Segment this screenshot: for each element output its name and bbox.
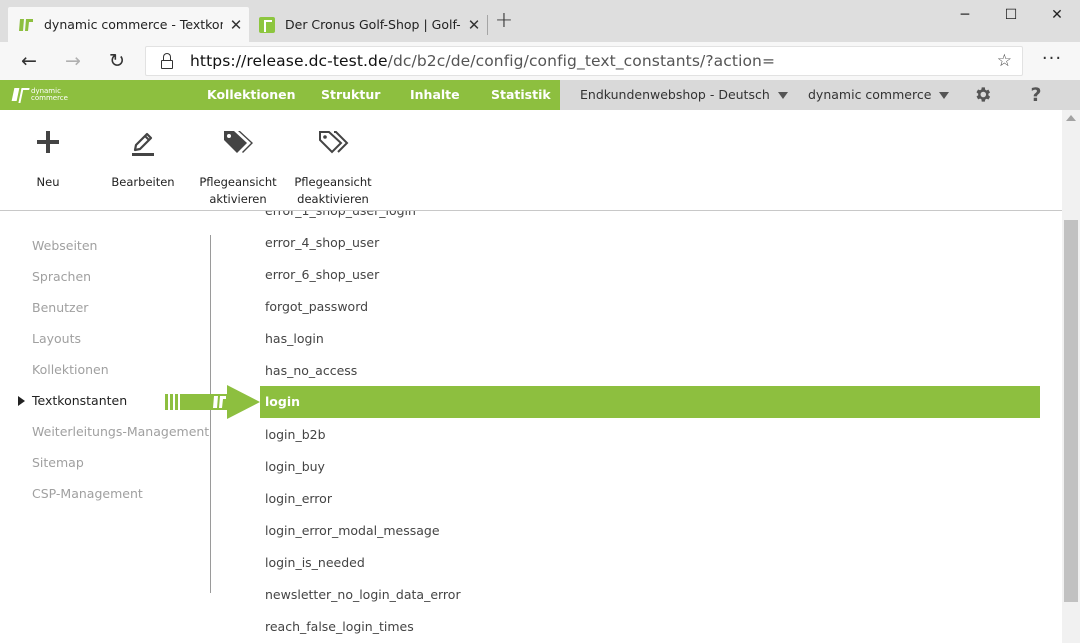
- page-scrollbar[interactable]: [1062, 110, 1080, 643]
- activate-maintenance-view-button[interactable]: Pflegeansicht aktivieren: [193, 110, 283, 208]
- address-bar: ← → ↻ https://release.dc-test.de/dc/b2c/…: [0, 42, 1080, 80]
- reload-button[interactable]: ↻: [102, 48, 132, 74]
- sidebar-item-textkonstanten[interactable]: Textkonstanten: [32, 391, 127, 411]
- active-item-pointer-icon: [18, 396, 25, 406]
- sidebar-item-sprachen[interactable]: Sprachen: [32, 267, 91, 287]
- dynamic-commerce-favicon-icon: [18, 17, 34, 33]
- tags-outline-icon: [319, 131, 349, 154]
- sidebar-item-layouts[interactable]: Layouts: [32, 329, 81, 349]
- pencil-icon: [132, 132, 154, 156]
- sidebar-item-kollektionen[interactable]: Kollektionen: [32, 360, 109, 380]
- list-item[interactable]: has_login: [260, 323, 1040, 355]
- maximize-button[interactable]: ☐: [988, 0, 1034, 30]
- shop-selector[interactable]: Endkundenwebshop - Deutsch: [580, 80, 788, 110]
- list-item[interactable]: login_error: [260, 483, 1040, 515]
- dynamic-commerce-logo[interactable]: dynamic commerce: [12, 86, 68, 104]
- sidebar-item-weiterleitungs-management[interactable]: Weiterleitungs-Management: [32, 422, 209, 442]
- close-tab-icon[interactable]: ✕: [223, 16, 249, 34]
- list-item[interactable]: newsletter_no_login_data_error: [260, 579, 1040, 611]
- close-window-button[interactable]: ✕: [1034, 0, 1080, 30]
- edit-button[interactable]: Bearbeiten: [98, 110, 188, 191]
- browser-tab-bar: dynamic commerce - Textkonstanten ✕ Der …: [0, 0, 1080, 42]
- sidebar-item-webseiten[interactable]: Webseiten: [32, 236, 97, 256]
- list-item[interactable]: reach_false_login_times: [260, 611, 1040, 643]
- list-item[interactable]: error_4_shop_user: [260, 227, 1040, 259]
- pointer-arrow-icon: [165, 385, 260, 419]
- browser-tab-golf-shop[interactable]: Der Cronus Golf-Shop | Golf-Equipment ✕: [249, 7, 487, 42]
- scroll-up-icon[interactable]: [1066, 115, 1076, 121]
- list-item[interactable]: login_b2b: [260, 419, 1040, 451]
- gear-icon[interactable]: [970, 80, 994, 110]
- list-item[interactable]: login_is_needed: [260, 547, 1040, 579]
- tab-title: dynamic commerce - Textkonstanten: [44, 17, 223, 32]
- nav-inhalte[interactable]: Inhalte: [410, 80, 460, 110]
- tab-title: Der Cronus Golf-Shop | Golf-Equipment: [285, 17, 461, 32]
- new-button[interactable]: Neu: [3, 110, 93, 191]
- content-area: Webseiten Sprachen Benutzer Layouts Koll…: [0, 211, 1062, 643]
- golf-shop-favicon-icon: [259, 16, 275, 33]
- action-toolbar: Neu Bearbeiten Pflegeansicht aktivieren: [0, 110, 1062, 211]
- sidebar-item-sitemap[interactable]: Sitemap: [32, 453, 84, 473]
- tab-separator: [487, 15, 488, 35]
- nav-statistik[interactable]: Statistik: [491, 80, 551, 110]
- minimize-button[interactable]: ─: [942, 0, 988, 30]
- close-tab-icon[interactable]: ✕: [461, 16, 487, 34]
- main-nav-bar: dynamic commerce Kollektionen Struktur In…: [0, 80, 560, 110]
- list-item[interactable]: login_error_modal_message: [260, 515, 1040, 547]
- list-item-selected[interactable]: login: [260, 386, 1040, 418]
- plus-icon: [37, 131, 59, 153]
- favorite-star-icon[interactable]: ☆: [997, 51, 1012, 71]
- back-button[interactable]: ←: [14, 48, 44, 74]
- more-options-button[interactable]: ···: [1040, 48, 1064, 74]
- new-tab-button[interactable]: +: [492, 10, 516, 34]
- help-button[interactable]: ?: [1026, 80, 1046, 110]
- deactivate-maintenance-view-button[interactable]: Pflegeansicht deaktivieren: [288, 110, 378, 208]
- scrollbar-thumb[interactable]: [1064, 220, 1078, 602]
- list-item[interactable]: has_no_access: [260, 355, 1040, 387]
- app-header: dynamic commerce Kollektionen Struktur In…: [0, 80, 1080, 110]
- forward-button[interactable]: →: [58, 48, 88, 74]
- list-item[interactable]: forgot_password: [260, 291, 1040, 323]
- chevron-down-icon: [777, 91, 788, 99]
- nav-struktur[interactable]: Struktur: [321, 80, 380, 110]
- url-input[interactable]: https://release.dc-test.de/dc/b2c/de/con…: [145, 46, 1023, 76]
- logo-mark-icon: [12, 87, 28, 103]
- list-item[interactable]: error_6_shop_user: [260, 259, 1040, 291]
- chevron-down-icon: [939, 91, 950, 99]
- sidebar-item-csp-management[interactable]: CSP-Management: [32, 484, 143, 504]
- url-text: https://release.dc-test.de/dc/b2c/de/con…: [190, 52, 776, 70]
- browser-tab-active[interactable]: dynamic commerce - Textkonstanten ✕: [8, 7, 249, 42]
- lock-icon: [160, 53, 174, 69]
- company-selector[interactable]: dynamic commerce: [808, 80, 950, 110]
- list-item[interactable]: login_buy: [260, 451, 1040, 483]
- sidebar-item-benutzer[interactable]: Benutzer: [32, 298, 88, 318]
- tags-icon: [224, 131, 253, 153]
- list-item[interactable]: error_1_shop_user_login: [260, 211, 1040, 227]
- nav-kollektionen[interactable]: Kollektionen: [207, 80, 296, 110]
